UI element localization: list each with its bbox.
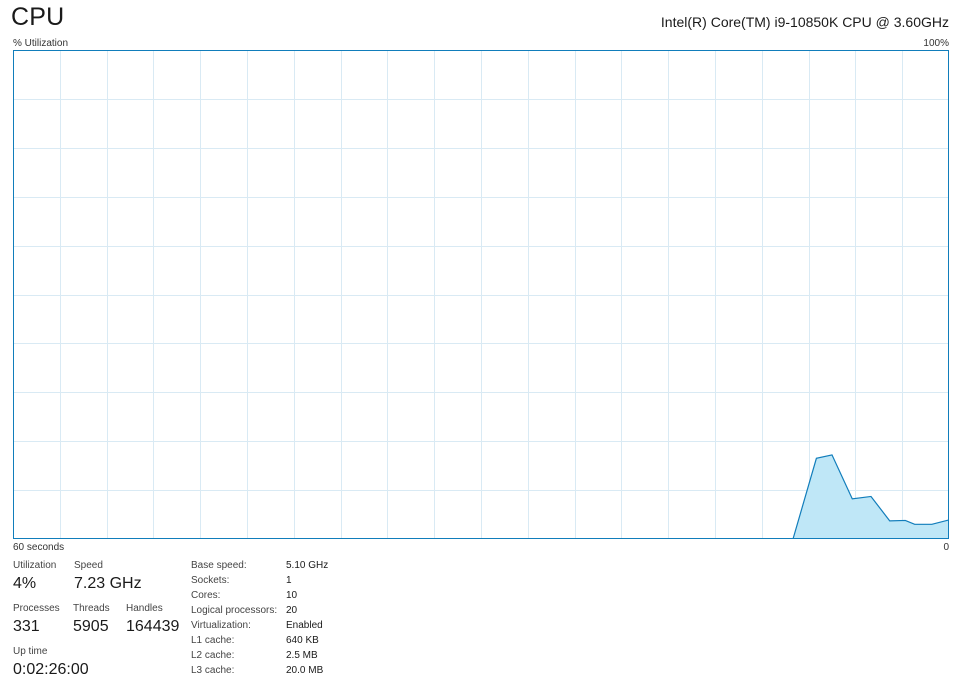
y-max-label: 100% xyxy=(923,38,949,49)
detail-row-l1-cache: L1 cache: 640 KB xyxy=(191,635,391,650)
detail-row-l2-cache: L2 cache: 2.5 MB xyxy=(191,650,391,665)
detail-value: 2.5 MB xyxy=(286,650,318,661)
threads-label: Threads xyxy=(73,603,110,614)
cpu-model-name: Intel(R) Core(TM) i9-10850K CPU @ 3.60GH… xyxy=(660,14,949,30)
detail-row-virtualization: Virtualization: Enabled xyxy=(191,620,391,635)
page-title: CPU xyxy=(11,3,65,31)
speed-value: 7.23 GHz xyxy=(74,575,142,592)
threads-value: 5905 xyxy=(73,618,109,635)
y-axis-label: % Utilization xyxy=(13,38,69,49)
detail-value: 10 xyxy=(286,590,298,601)
detail-key: Sockets: xyxy=(191,575,230,586)
detail-key: L1 cache: xyxy=(191,635,235,646)
detail-key: Base speed: xyxy=(191,560,247,571)
speed-label: Speed xyxy=(74,560,103,571)
detail-row-logical-processors: Logical processors: 20 xyxy=(191,605,391,620)
x-right-label: 0 xyxy=(943,542,949,553)
handles-label: Handles xyxy=(126,603,163,614)
uptime-label: Up time xyxy=(13,646,48,657)
detail-row-base-speed: Base speed: 5.10 GHz xyxy=(191,560,391,575)
cpu-utilization-graph xyxy=(13,50,949,539)
utilization-label: Utilization xyxy=(13,560,57,571)
detail-value: 640 KB xyxy=(286,635,319,646)
handles-value: 164439 xyxy=(126,618,180,635)
detail-key: Cores: xyxy=(191,590,221,601)
x-left-label: 60 seconds xyxy=(13,542,65,553)
detail-value: 20.0 MB xyxy=(286,665,324,676)
detail-value: 1 xyxy=(286,575,292,586)
processes-label: Processes xyxy=(13,603,60,614)
detail-row-l3-cache: L3 cache: 20.0 MB xyxy=(191,665,391,680)
detail-row-sockets: Sockets: 1 xyxy=(191,575,391,590)
detail-row-cores: Cores: 10 xyxy=(191,590,391,605)
utilization-value: 4% xyxy=(13,575,37,592)
detail-value: 20 xyxy=(286,605,298,616)
detail-key: Virtualization: xyxy=(191,620,251,631)
detail-value: Enabled xyxy=(286,620,323,631)
processes-value: 331 xyxy=(13,618,40,635)
detail-key: L3 cache: xyxy=(191,665,235,676)
detail-key: Logical processors: xyxy=(191,605,278,616)
detail-value: 5.10 GHz xyxy=(286,560,329,571)
cpu-graph-svg xyxy=(13,50,949,539)
uptime-value: 0:02:26:00 xyxy=(13,661,89,678)
detail-key: L2 cache: xyxy=(191,650,235,661)
